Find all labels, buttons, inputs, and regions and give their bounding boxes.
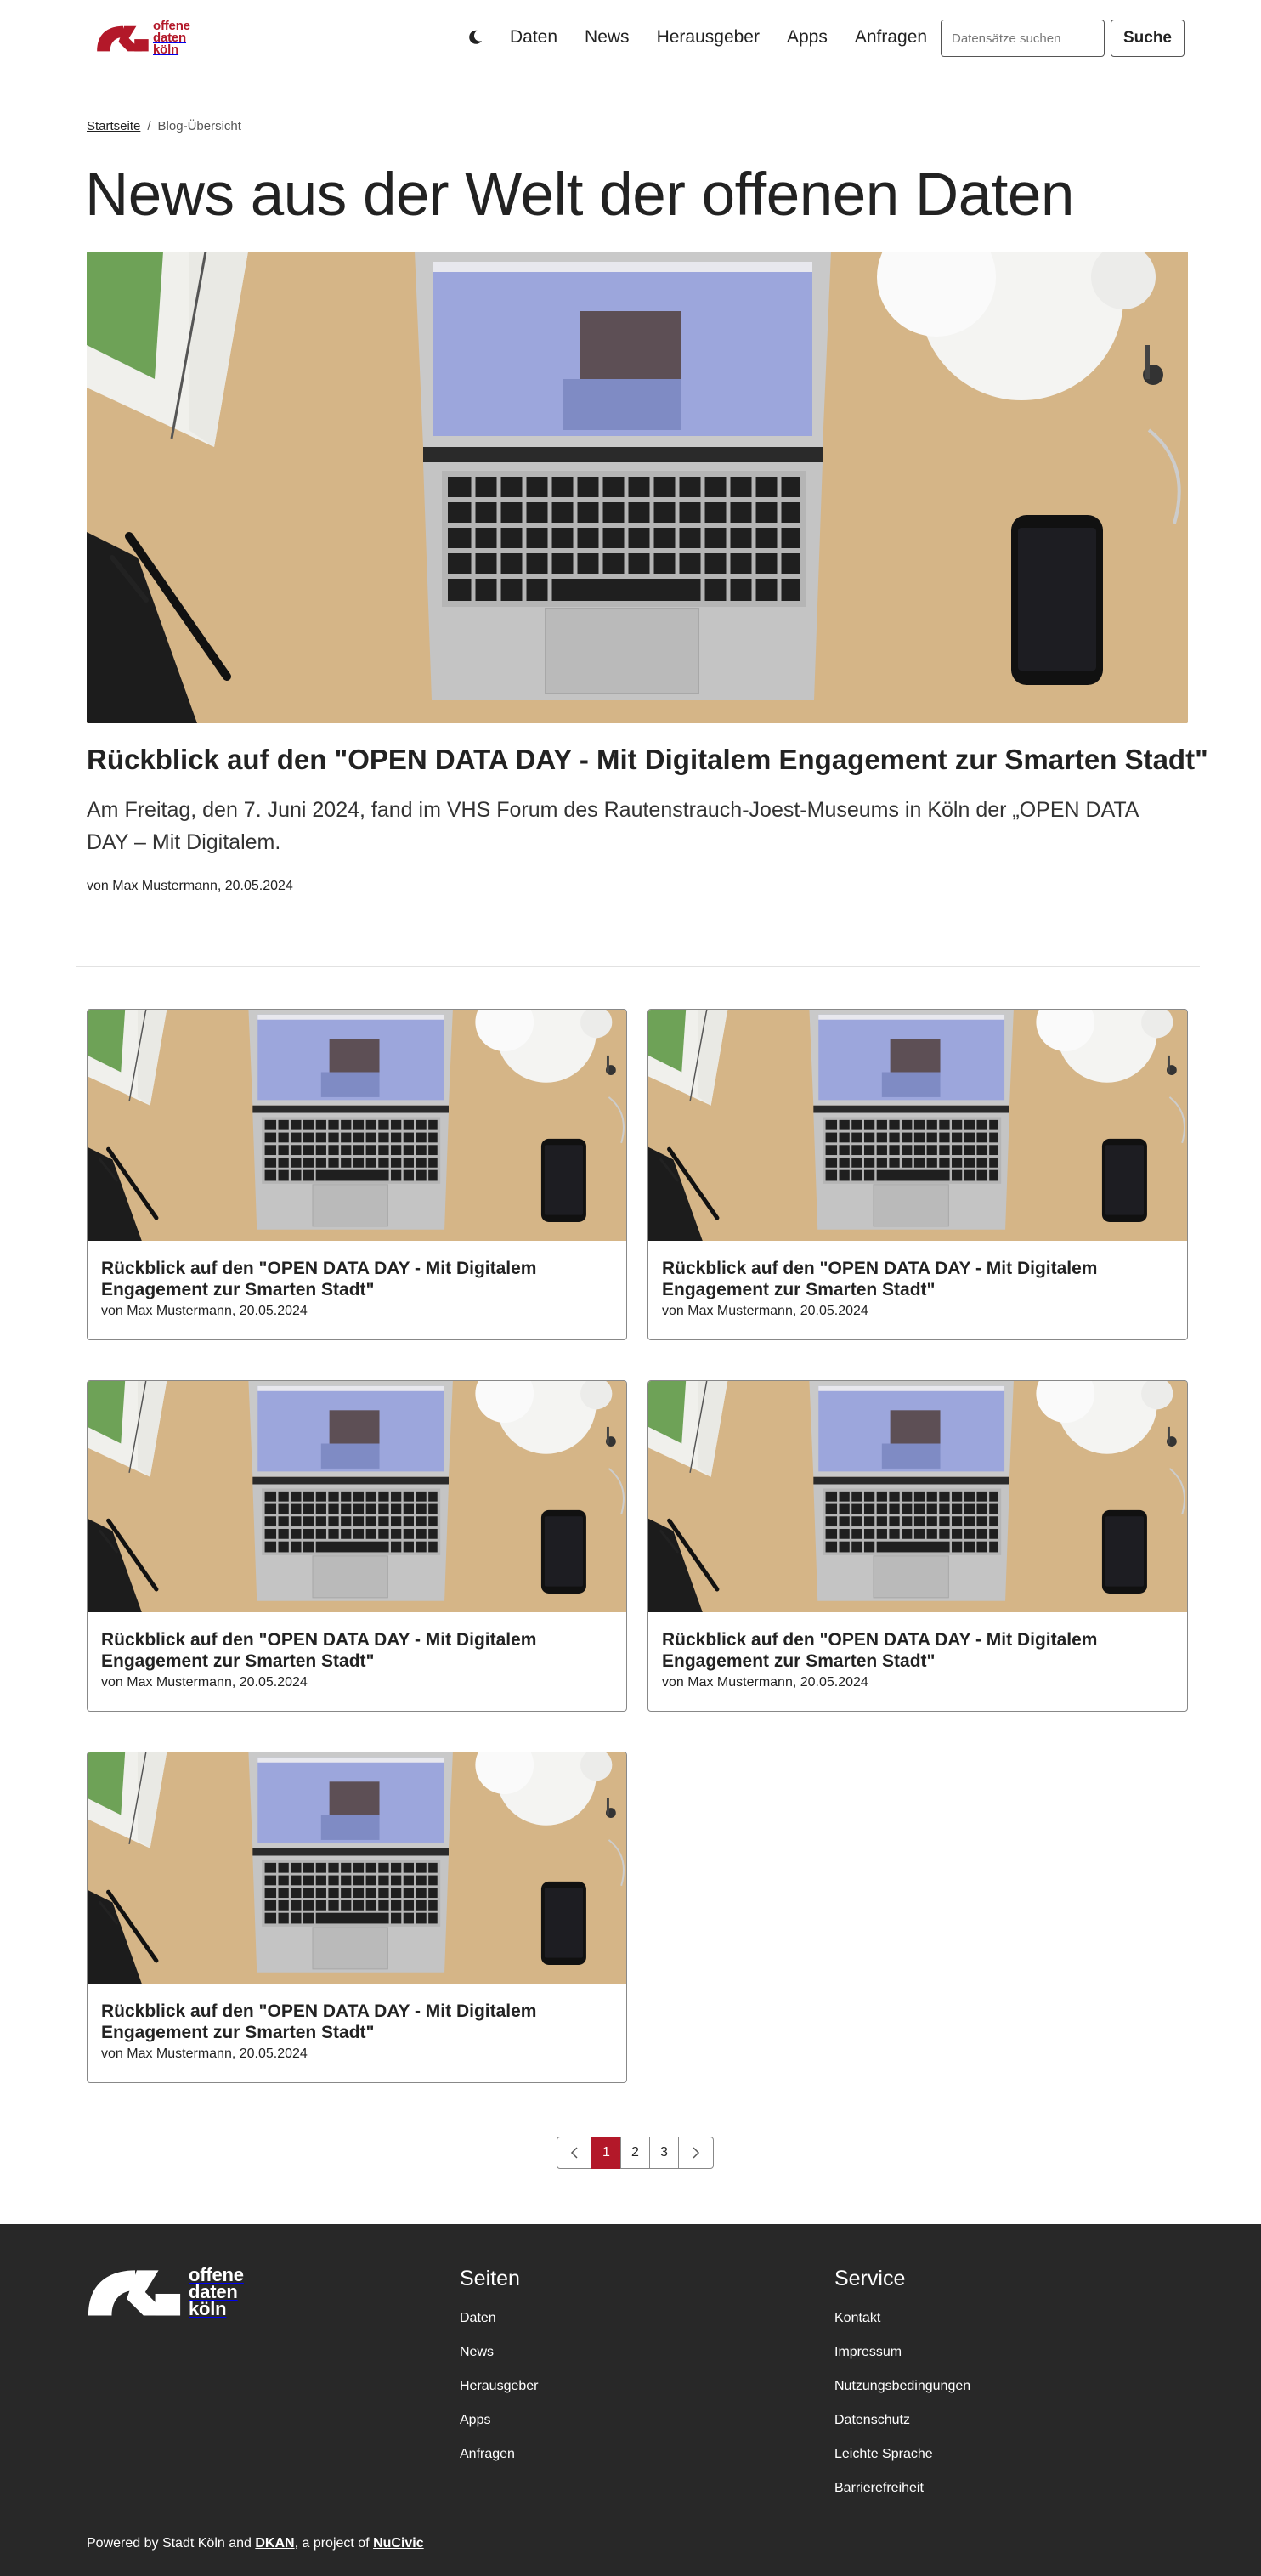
post-card-image [648, 1381, 1187, 1612]
powered-middle: , a project of [294, 2536, 374, 2551]
powered-prefix: Powered by Stadt Köln and [87, 2536, 256, 2551]
post-card-title[interactable]: Rückblick auf den "OPEN DATA DAY - Mit D… [662, 1258, 1172, 1300]
post-card-meta: von Max Mustermann, 20.05.2024 [101, 2047, 308, 2061]
footer-link-herausgeber[interactable]: Herausgeber [460, 2378, 539, 2395]
footer-link-kontakt[interactable]: Kontakt [834, 2310, 970, 2327]
breadcrumb-home[interactable]: Startseite [87, 119, 140, 133]
featured-post-image[interactable] [87, 252, 1188, 723]
footer-link-nutzungsbedingungen[interactable]: Nutzungsbedingungen [834, 2378, 970, 2395]
page-title: News aus der Welt der offenen Daten [85, 161, 1074, 229]
logo-mark [95, 20, 151, 57]
featured-post-title[interactable]: Rückblick auf den "OPEN DATA DAY - Mit D… [87, 741, 1208, 778]
footer-service-heading: Service [834, 2267, 906, 2290]
nav-news[interactable]: News [585, 25, 630, 50]
nav-apps[interactable]: Apps [787, 25, 828, 50]
post-card-meta: von Max Mustermann, 20.05.2024 [101, 1304, 308, 1318]
breadcrumb-separator: / [147, 119, 151, 133]
footer-link-apps[interactable]: Apps [460, 2412, 539, 2429]
footer-powered-by: Powered by Stadt Köln and DKAN, a projec… [87, 2536, 424, 2551]
pagination-page-2[interactable]: 2 [620, 2137, 650, 2169]
post-card-meta: von Max Mustermann, 20.05.2024 [662, 1304, 868, 1318]
main-nav: Daten News Herausgeber Apps Anfragen [510, 25, 954, 50]
footer-logo-mark [85, 2265, 185, 2319]
pagination-next-button[interactable] [678, 2137, 714, 2169]
post-card-image [88, 1752, 626, 1984]
post-card-image [88, 1010, 626, 1241]
footer-link-news[interactable]: News [460, 2344, 539, 2361]
post-card-title[interactable]: Rückblick auf den "OPEN DATA DAY - Mit D… [101, 1629, 611, 1672]
post-card-meta: von Max Mustermann, 20.05.2024 [101, 1675, 308, 1690]
footer-pages-column: Seiten Daten News Herausgeber Apps Anfra… [460, 2267, 539, 2480]
site-header: offene daten köln Daten News Herausgeber… [0, 0, 1261, 76]
site-footer: offene daten köln Seiten Daten News Hera… [0, 2224, 1261, 2576]
pagination-prev-button[interactable] [557, 2137, 592, 2169]
footer-logo-text: offene daten köln [189, 2266, 244, 2319]
post-card[interactable]: Rückblick auf den "OPEN DATA DAY - Mit D… [87, 1380, 627, 1712]
footer-link-impressum[interactable]: Impressum [834, 2344, 970, 2361]
logo-text: offene daten köln [153, 20, 190, 56]
post-card-title[interactable]: Rückblick auf den "OPEN DATA DAY - Mit D… [101, 1258, 611, 1300]
post-card-image [648, 1010, 1187, 1241]
post-card-title[interactable]: Rückblick auf den "OPEN DATA DAY - Mit D… [101, 2001, 611, 2043]
post-card-title[interactable]: Rückblick auf den "OPEN DATA DAY - Mit D… [662, 1629, 1172, 1672]
site-logo[interactable]: offene daten köln [95, 17, 223, 59]
section-divider [76, 966, 1200, 967]
moon-icon [469, 30, 482, 44]
pagination-page-1[interactable]: 1 [591, 2137, 621, 2169]
nav-anfragen[interactable]: Anfragen [855, 25, 927, 50]
nav-daten[interactable]: Daten [510, 25, 557, 50]
theme-toggle-button[interactable] [463, 25, 487, 49]
footer-link-anfragen[interactable]: Anfragen [460, 2446, 539, 2463]
footer-logo-line-3: köln [189, 2298, 227, 2319]
post-card[interactable]: Rückblick auf den "OPEN DATA DAY - Mit D… [647, 1009, 1188, 1340]
breadcrumb: Startseite / Blog-Übersicht [87, 119, 241, 133]
post-card-meta: von Max Mustermann, 20.05.2024 [662, 1675, 868, 1690]
chevron-left-icon [570, 2147, 578, 2159]
search-input[interactable] [941, 20, 1105, 57]
footer-link-daten[interactable]: Daten [460, 2310, 539, 2327]
post-card[interactable]: Rückblick auf den "OPEN DATA DAY - Mit D… [87, 1009, 627, 1340]
nucivic-link[interactable]: NuCivic [373, 2536, 424, 2551]
logo-line-3: köln [153, 42, 179, 57]
footer-link-barrierefreiheit[interactable]: Barrierefreiheit [834, 2480, 970, 2497]
pagination: 1 2 3 [557, 2137, 714, 2169]
post-card[interactable]: Rückblick auf den "OPEN DATA DAY - Mit D… [87, 1752, 627, 2083]
footer-link-leichte-sprache[interactable]: Leichte Sprache [834, 2446, 970, 2463]
chevron-right-icon [693, 2147, 700, 2159]
post-card-image [88, 1381, 626, 1612]
breadcrumb-current: Blog-Übersicht [157, 119, 241, 133]
footer-logo[interactable]: offene daten köln [85, 2265, 244, 2319]
nav-herausgeber[interactable]: Herausgeber [657, 25, 760, 50]
featured-post-teaser: Am Freitag, den 7. Juni 2024, fand im VH… [87, 798, 1139, 854]
dkan-link[interactable]: DKAN [255, 2536, 294, 2551]
pagination-page-3[interactable]: 3 [649, 2137, 679, 2169]
footer-link-datenschutz[interactable]: Datenschutz [834, 2412, 970, 2429]
search-button[interactable]: Suche [1111, 20, 1185, 57]
footer-service-column: Service Kontakt Impressum Nutzungsbeding… [834, 2267, 970, 2514]
footer-pages-heading: Seiten [460, 2267, 520, 2290]
post-card[interactable]: Rückblick auf den "OPEN DATA DAY - Mit D… [647, 1380, 1188, 1712]
featured-post-meta: von Max Mustermann, 20.05.2024 [87, 879, 293, 893]
